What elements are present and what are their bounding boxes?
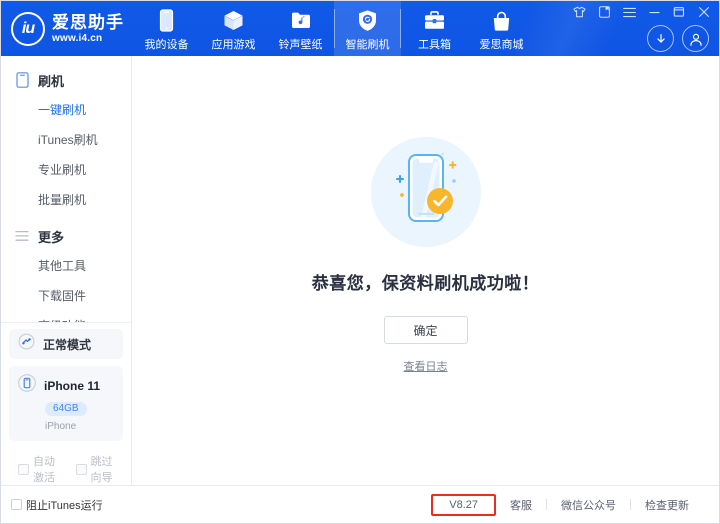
app-logo[interactable]: iu 爱思助手 www.i4.cn xyxy=(1,1,133,56)
device-type-label: iPhone xyxy=(45,421,114,432)
mode-arrows-icon xyxy=(18,333,35,355)
checkbox-label: 跳过向导 xyxy=(91,453,124,485)
toolbox-icon xyxy=(423,9,446,33)
nav-item-my-device[interactable]: 我的设备 xyxy=(133,1,200,56)
nav-label: 应用游戏 xyxy=(212,36,256,52)
checkbox-label: 自动激活 xyxy=(33,453,66,485)
nav-label: 铃声壁纸 xyxy=(279,36,323,52)
nav-item-ringtone-wallpaper[interactable]: 铃声壁纸 xyxy=(267,1,334,56)
device-capacity-badge: 64GB xyxy=(45,402,87,416)
nav-item-smart-flash[interactable]: 智能刷机 xyxy=(334,1,401,56)
device-card[interactable]: iPhone 11 64GB iPhone xyxy=(9,366,123,441)
device-phone-icon xyxy=(18,374,36,397)
sidebar-checkbox-row: 自动激活 跳过向导 xyxy=(9,441,123,485)
footer-link-check-update[interactable]: 检查更新 xyxy=(631,497,703,513)
phone-success-illustration xyxy=(371,137,481,247)
body-area: 刷机 一键刷机 iTunes刷机 专业刷机 批量刷机 xyxy=(1,56,719,485)
view-log-link[interactable]: 查看日志 xyxy=(404,358,448,374)
sidebar-item-label: 下载固件 xyxy=(38,287,86,304)
sidebar-nav: 刷机 一键刷机 iTunes刷机 专业刷机 批量刷机 xyxy=(1,56,131,322)
shield-refresh-icon xyxy=(357,9,378,33)
footer-left: 阻止iTunes运行 xyxy=(1,497,132,513)
app-window: iu 爱思助手 www.i4.cn 我的设备 应用游戏 xyxy=(0,0,720,524)
nav-item-toolbox[interactable]: 工具箱 xyxy=(401,1,468,56)
nav-label: 工具箱 xyxy=(418,36,451,52)
cube-icon xyxy=(222,9,245,33)
download-icon[interactable] xyxy=(647,25,674,52)
sidebar-item-other-tools[interactable]: 其他工具 xyxy=(1,250,131,280)
nav-item-store[interactable]: 爱思商城 xyxy=(468,1,535,56)
sidebar-item-pro-flash[interactable]: 专业刷机 xyxy=(1,154,131,184)
main-content: 恭喜您，保资料刷机成功啦！ 确定 查看日志 xyxy=(132,56,719,485)
footer-right: V8.27 客服 微信公众号 检查更新 xyxy=(132,494,719,516)
device-mode-card[interactable]: 正常模式 xyxy=(9,329,123,359)
sidebar-group-more[interactable]: 更多 xyxy=(1,222,131,250)
checkbox-auto-activate[interactable]: 自动激活 xyxy=(18,453,66,485)
sidebar-item-advanced[interactable]: 高级功能 xyxy=(1,310,131,322)
sidebar: 刷机 一键刷机 iTunes刷机 专业刷机 批量刷机 xyxy=(1,56,132,485)
maximize-icon[interactable] xyxy=(672,5,686,19)
logo-mark-text: iu xyxy=(22,20,34,38)
user-account-icon[interactable] xyxy=(682,25,709,52)
logo-mark-icon: iu xyxy=(11,12,45,46)
logo-url: www.i4.cn xyxy=(52,34,124,44)
nav-item-apps-games[interactable]: 应用游戏 xyxy=(200,1,267,56)
logo-name: 爱思助手 xyxy=(52,14,124,31)
close-icon[interactable] xyxy=(697,5,711,19)
note-icon[interactable] xyxy=(597,5,611,19)
list-lines-icon xyxy=(14,228,30,244)
app-footer: 阻止iTunes运行 V8.27 客服 微信公众号 检查更新 xyxy=(1,485,719,523)
footer-link-support[interactable]: 客服 xyxy=(496,497,546,513)
confirm-button[interactable]: 确定 xyxy=(384,316,468,344)
sidebar-item-batch-flash[interactable]: 批量刷机 xyxy=(1,184,131,214)
sidebar-item-label: 一键刷机 xyxy=(38,101,86,118)
app-header: iu 爱思助手 www.i4.cn 我的设备 应用游戏 xyxy=(1,1,719,56)
checkbox-skip-wizard[interactable]: 跳过向导 xyxy=(76,453,124,485)
minimize-icon[interactable] xyxy=(647,5,661,19)
checkbox-label: 阻止iTunes运行 xyxy=(26,497,103,513)
skin-icon[interactable] xyxy=(572,5,586,19)
sidebar-group-title: 刷机 xyxy=(38,71,64,90)
checkbox-block-itunes[interactable]: 阻止iTunes运行 xyxy=(11,497,103,513)
menu-icon[interactable] xyxy=(622,5,636,19)
checkbox-box xyxy=(76,464,87,475)
checkbox-box xyxy=(11,499,22,510)
header-round-icons xyxy=(647,25,709,52)
success-message: 恭喜您，保资料刷机成功啦！ xyxy=(312,269,540,294)
nav-label: 爱思商城 xyxy=(480,36,524,52)
sidebar-item-download-firmware[interactable]: 下载固件 xyxy=(1,280,131,310)
main-nav: 我的设备 应用游戏 铃声壁纸 智能刷机 xyxy=(133,1,535,56)
sidebar-item-label: 专业刷机 xyxy=(38,161,86,178)
sidebar-group-title: 更多 xyxy=(38,227,64,246)
sidebar-item-label: 批量刷机 xyxy=(38,191,86,208)
sidebar-item-one-key-flash[interactable]: 一键刷机 xyxy=(1,94,131,124)
phone-icon xyxy=(158,9,175,33)
checkbox-box xyxy=(18,464,29,475)
footer-link-wechat[interactable]: 微信公众号 xyxy=(547,497,630,513)
device-name: iPhone 11 xyxy=(44,379,100,393)
sidebar-group-flash[interactable]: 刷机 xyxy=(1,66,131,94)
sidebar-item-itunes-flash[interactable]: iTunes刷机 xyxy=(1,124,131,154)
phone-outline-icon xyxy=(14,72,30,88)
sidebar-item-label: 其他工具 xyxy=(38,257,86,274)
window-controls xyxy=(572,5,711,19)
device-mode-label: 正常模式 xyxy=(43,336,91,353)
music-folder-icon xyxy=(290,9,312,33)
nav-label: 我的设备 xyxy=(145,36,189,52)
sidebar-item-label: iTunes刷机 xyxy=(38,131,98,148)
device-zone: 正常模式 iPhone 11 64GB iPhone 自动激活 xyxy=(1,322,131,485)
nav-label: 智能刷机 xyxy=(346,36,390,52)
version-badge[interactable]: V8.27 xyxy=(431,494,496,516)
shopping-bag-icon xyxy=(491,9,512,33)
